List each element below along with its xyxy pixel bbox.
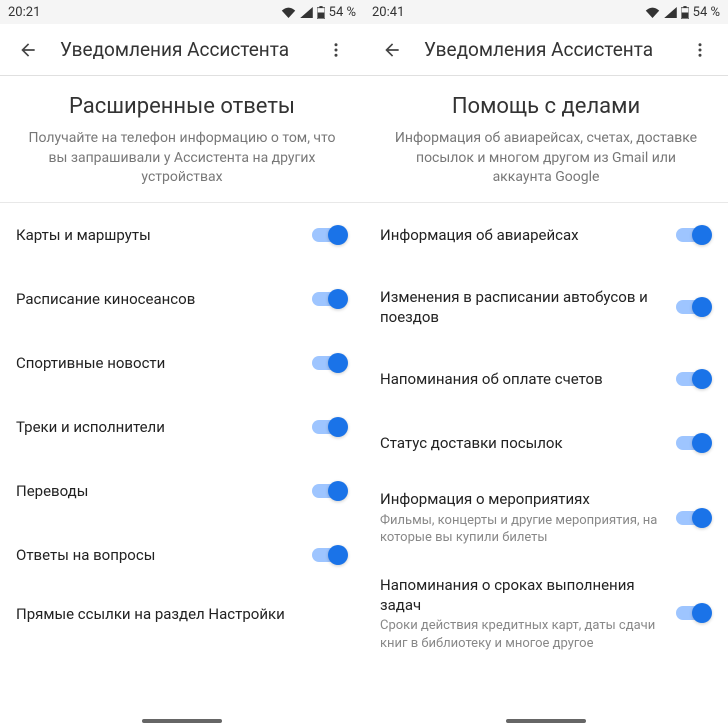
section-title: Помощь с делами [388, 94, 704, 119]
setting-movies[interactable]: Расписание киносеансов [0, 267, 364, 331]
setting-label: Карты и маршруты [16, 225, 300, 245]
setting-answers[interactable]: Ответы на вопросы [0, 523, 364, 587]
setting-flights[interactable]: Информация об авиарейсах [364, 203, 728, 267]
nav-handle[interactable] [506, 719, 586, 723]
setting-label: Ответы на вопросы [16, 545, 300, 565]
toggle-switch[interactable] [312, 417, 348, 437]
app-bar: Уведомления Ассистента [364, 24, 728, 76]
setting-label: Статус доставки посылок [380, 433, 664, 453]
setting-label: Информация о мероприятиях [380, 489, 664, 509]
setting-tracks[interactable]: Треки и исполнители [0, 395, 364, 459]
battery-percent: 54 % [329, 5, 356, 20]
arrow-back-icon [382, 40, 402, 60]
toggle-switch[interactable] [312, 545, 348, 565]
nav-handle[interactable] [142, 719, 222, 723]
toggle-switch[interactable] [312, 481, 348, 501]
back-button[interactable] [376, 34, 408, 66]
app-title: Уведомления Ассистента [60, 38, 320, 61]
setting-label: Переводы [16, 481, 300, 501]
content-scroll[interactable]: Помощь с делами Информация об авиарейсах… [364, 76, 728, 727]
status-right: 54 % [645, 5, 720, 20]
setting-translations[interactable]: Переводы [0, 459, 364, 523]
menu-button[interactable] [320, 34, 352, 66]
section-header: Расширенные ответы Получайте на телефон … [0, 76, 364, 203]
setting-bills[interactable]: Напоминания об оплате счетов [364, 347, 728, 411]
section-title: Расширенные ответы [24, 94, 340, 119]
setting-label: Изменения в расписании автобусов и поезд… [380, 287, 664, 328]
setting-events[interactable]: Информация о мероприятиях Фильмы, концер… [364, 475, 728, 560]
setting-desc: Фильмы, концерты и другие мероприятия, н… [380, 512, 664, 547]
phone-right: 20:41 54 % Уведомления Ассистента Помощь… [364, 0, 728, 727]
setting-deadlines[interactable]: Напоминания о сроках выполнения задач Ср… [364, 561, 728, 667]
back-button[interactable] [12, 34, 44, 66]
setting-label: Треки и исполнители [16, 417, 300, 437]
section-subtitle: Информация об авиарейсах, счетах, достав… [388, 129, 704, 188]
toggle-switch[interactable] [312, 289, 348, 309]
status-bar: 20:41 54 % [364, 0, 728, 24]
status-time: 20:21 [8, 5, 40, 20]
setting-partial[interactable]: Прямые ссылки на раздел Настройки [0, 587, 364, 623]
setting-label: Информация об авиарейсах [380, 225, 664, 245]
section-header: Помощь с делами Информация об авиарейсах… [364, 76, 728, 203]
section-subtitle: Получайте на телефон информацию о том, ч… [24, 129, 340, 188]
battery-icon [317, 6, 325, 19]
more-vert-icon [691, 41, 709, 59]
app-title: Уведомления Ассистента [424, 38, 684, 61]
phone-left: 20:21 54 % Уведомления Ассистента Расшир… [0, 0, 364, 727]
app-bar: Уведомления Ассистента [0, 24, 364, 76]
setting-transit[interactable]: Изменения в расписании автобусов и поезд… [364, 267, 728, 348]
toggle-switch[interactable] [312, 225, 348, 245]
setting-label: Напоминания о сроках выполнения задач [380, 575, 664, 616]
more-vert-icon [327, 41, 345, 59]
status-time: 20:41 [372, 5, 404, 20]
wifi-icon [281, 7, 296, 18]
battery-percent: 54 % [693, 5, 720, 20]
setting-label: Спортивные новости [16, 353, 300, 373]
content-scroll[interactable]: Расширенные ответы Получайте на телефон … [0, 76, 364, 727]
status-right: 54 % [281, 5, 356, 20]
arrow-back-icon [18, 40, 38, 60]
setting-label: Расписание киносеансов [16, 289, 300, 309]
setting-maps[interactable]: Карты и маршруты [0, 203, 364, 267]
status-bar: 20:21 54 % [0, 0, 364, 24]
setting-sports[interactable]: Спортивные новости [0, 331, 364, 395]
toggle-switch[interactable] [676, 369, 712, 389]
setting-desc: Сроки действия кредитных карт, даты сдач… [380, 617, 664, 652]
toggle-switch[interactable] [312, 353, 348, 373]
toggle-switch[interactable] [676, 433, 712, 453]
setting-packages[interactable]: Статус доставки посылок [364, 411, 728, 475]
signal-icon [300, 7, 313, 18]
toggle-switch[interactable] [676, 225, 712, 245]
signal-icon [664, 7, 677, 18]
toggle-switch[interactable] [676, 508, 712, 528]
wifi-icon [645, 7, 660, 18]
toggle-switch[interactable] [676, 297, 712, 317]
toggle-switch[interactable] [676, 603, 712, 623]
battery-icon [681, 6, 689, 19]
menu-button[interactable] [684, 34, 716, 66]
setting-label: Напоминания об оплате счетов [380, 369, 664, 389]
